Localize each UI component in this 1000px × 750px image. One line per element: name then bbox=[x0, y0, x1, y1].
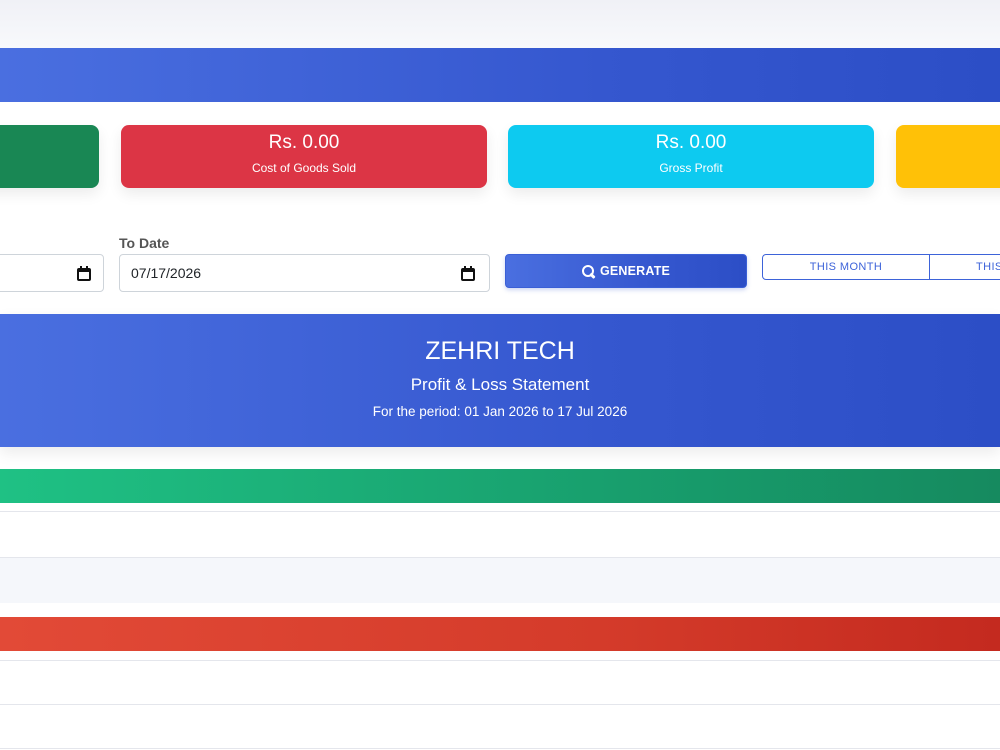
gross-profit-amount: Rs. 0.00 bbox=[655, 132, 727, 153]
summary-card-cogs: Rs. 0.00 Cost of Goods Sold bbox=[121, 125, 487, 188]
company-name: ZEHRI TECH bbox=[425, 337, 575, 365]
gross-profit-label: Gross Profit bbox=[659, 161, 723, 175]
page-header-banner bbox=[0, 48, 1000, 102]
table-row bbox=[0, 705, 1000, 749]
summary-card-gross-profit: Rs. 0.00 Gross Profit bbox=[508, 125, 874, 188]
expense-section-header bbox=[0, 617, 1000, 651]
top-navbar bbox=[0, 0, 1000, 48]
quick-range-group: THIS MONTH THIS bbox=[762, 254, 1000, 280]
search-icon bbox=[581, 264, 595, 278]
from-date-input[interactable] bbox=[0, 254, 104, 292]
to-date-label: To Date bbox=[119, 235, 170, 251]
this-year-button[interactable]: THIS bbox=[930, 254, 1000, 280]
income-section-header bbox=[0, 469, 1000, 503]
generate-button[interactable]: GENERATE bbox=[505, 254, 747, 288]
table-row bbox=[0, 651, 1000, 661]
statement-header: ZEHRI TECH Profit & Loss Statement For t… bbox=[0, 314, 1000, 447]
calendar-icon[interactable] bbox=[77, 266, 91, 281]
summary-card-expenses bbox=[896, 125, 1000, 188]
table-row bbox=[0, 558, 1000, 603]
page: Rs. 0.00 Cost of Goods Sold Rs. 0.00 Gro… bbox=[0, 0, 1000, 750]
statement-title: Profit & Loss Statement bbox=[410, 375, 590, 394]
table-row bbox=[0, 503, 1000, 512]
calendar-icon[interactable] bbox=[461, 266, 475, 281]
to-date-input[interactable]: 07/17/2026 bbox=[119, 254, 490, 292]
table-row bbox=[0, 661, 1000, 705]
to-date-value: 07/17/2026 bbox=[131, 265, 202, 281]
summary-card-revenue bbox=[0, 125, 99, 188]
generate-button-label: GENERATE bbox=[599, 264, 671, 278]
cogs-amount: Rs. 0.00 bbox=[268, 132, 340, 153]
cogs-label: Cost of Goods Sold bbox=[251, 161, 357, 175]
table-row bbox=[0, 512, 1000, 558]
this-month-button[interactable]: THIS MONTH bbox=[762, 254, 930, 280]
statement-period: For the period: 01 Jan 2026 to 17 Jul 20… bbox=[372, 404, 628, 419]
